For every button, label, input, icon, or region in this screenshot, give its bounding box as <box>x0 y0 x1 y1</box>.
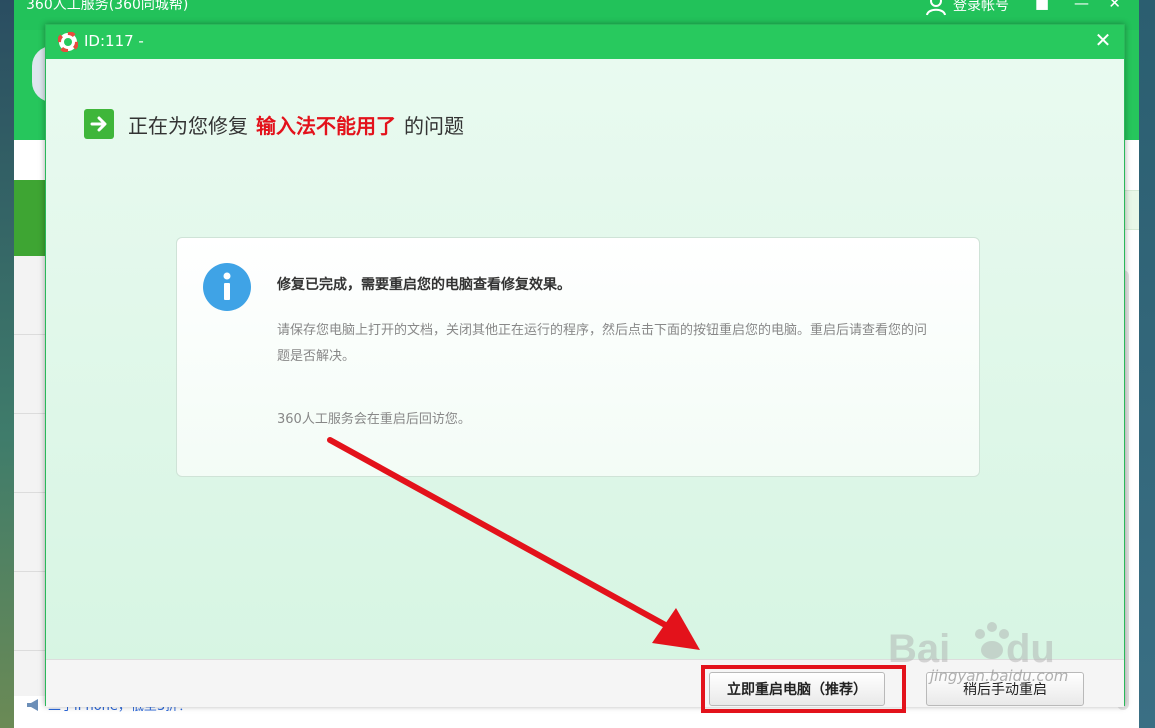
info-card: 修复已完成，需要重启您的电脑查看修复效果。 请保存您电脑上打开的文档，关闭其他正… <box>176 237 980 477</box>
background-close-icon[interactable]: ✕ <box>1108 0 1121 12</box>
background-app-title: 360人工服务(360同城帮) <box>26 0 189 13</box>
restart-now-button[interactable]: 立即重启电脑（推荐） <box>709 672 885 706</box>
info-description: 请保存您电脑上打开的文档，关闭其他正在运行的程序，然后点击下面的按钮重启您的电脑… <box>277 323 928 364</box>
megaphone-icon <box>27 698 38 711</box>
dialog-body: 正在为您修复 输入法不能用了 的问题 修复已完成，需要重启您的电脑查看修复效果。… <box>46 59 1124 659</box>
heading-prefix: 正在为您修复 <box>128 113 248 138</box>
issue-name: 输入法不能用了 <box>256 113 396 138</box>
dialog-titlebar: ID:117 - ✕ <box>46 25 1124 59</box>
watermark-text: jingyan.baidu.com <box>930 667 1069 685</box>
lifebuoy-icon <box>58 32 78 52</box>
repair-heading: 正在为您修复 输入法不能用了 的问题 <box>84 109 464 139</box>
close-icon[interactable]: ✕ <box>1092 28 1114 52</box>
arrow-right-icon <box>84 109 114 139</box>
info-note: 360人工服务会在重启后回访您。 <box>277 412 471 427</box>
user-icon <box>926 0 946 16</box>
sidebar-active-tab[interactable] <box>14 180 46 256</box>
info-title: 修复已完成，需要重启您的电脑查看修复效果。 <box>277 277 571 293</box>
desktop-right-edge <box>1139 0 1155 728</box>
login-account-link[interactable]: 登录帐号 <box>925 0 1009 16</box>
minimize-icon[interactable]: — <box>1074 0 1089 12</box>
repair-dialog: ID:117 - ✕ 正在为您修复 输入法不能用了 的问题 修复已完成，需要重启… <box>45 24 1125 713</box>
pin-icon[interactable]: ■ <box>1035 0 1049 12</box>
heading-suffix: 的问题 <box>404 113 464 138</box>
dialog-title: ID:117 - <box>84 32 144 50</box>
desktop-left-edge <box>0 0 14 728</box>
login-account-label: 登录帐号 <box>953 0 1009 14</box>
info-icon <box>203 263 251 311</box>
sidebar-list <box>14 256 46 696</box>
